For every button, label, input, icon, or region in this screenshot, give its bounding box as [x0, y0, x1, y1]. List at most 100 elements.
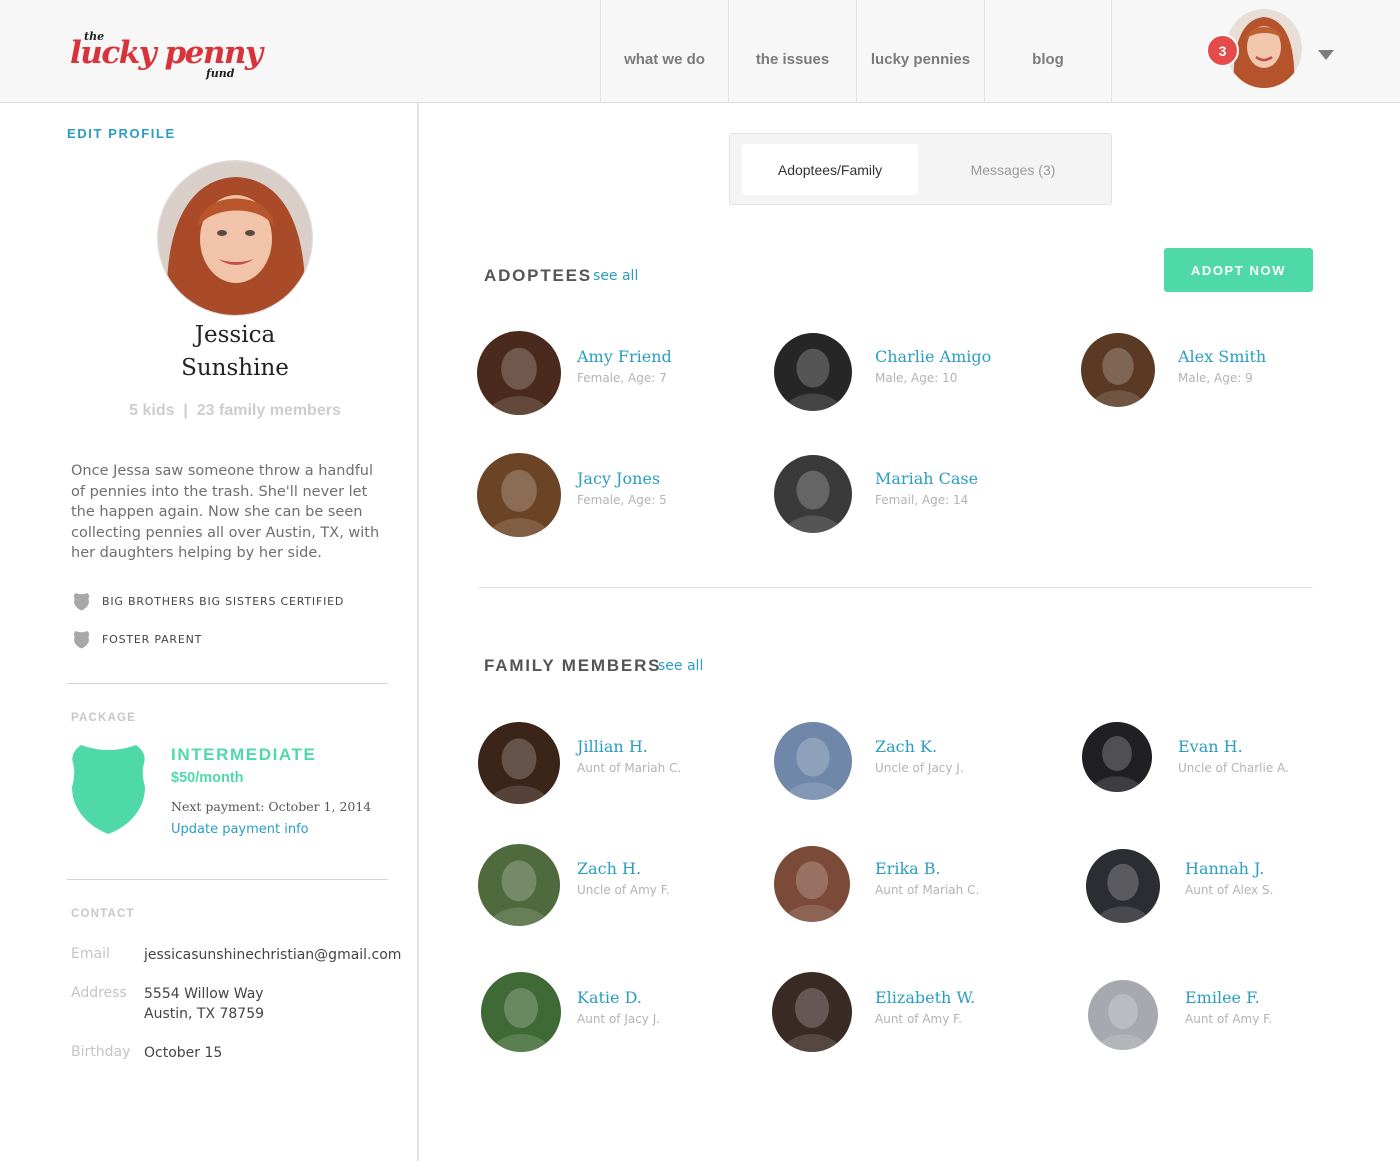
tab-messages[interactable]: Messages (3): [930, 144, 1096, 195]
person-avatar: [477, 453, 561, 537]
contact-section-label: CONTACT: [71, 908, 135, 920]
person-name[interactable]: Zach K.: [875, 737, 937, 756]
person-name[interactable]: Charlie Amigo: [875, 347, 991, 366]
person-info: Male, Age: 9: [1178, 371, 1253, 385]
main-nav: what we do the issues lucky pennies blog: [600, 0, 1112, 102]
person-name[interactable]: Amy Friend: [577, 347, 672, 366]
contact-address-row: Address 5554 Willow Way Austin, TX 78759: [71, 985, 264, 1024]
family-see-all-link[interactable]: see all: [658, 658, 703, 674]
person-card[interactable]: Zach K. Uncle of Jacy J.: [774, 721, 1044, 811]
person-avatar: [1086, 849, 1160, 923]
person-avatar: [772, 972, 852, 1052]
profile-photo: [157, 160, 313, 316]
person-name[interactable]: Emilee F.: [1185, 988, 1260, 1007]
person-avatar: [478, 844, 560, 926]
contact-birthday-row: Birthday October 15: [71, 1044, 222, 1064]
package-price: $50/month: [171, 770, 244, 786]
update-payment-link[interactable]: Update payment info: [171, 822, 309, 837]
person-info: Femail, Age: 14: [875, 493, 969, 507]
badge-big-brothers: BIG BROTHERS BIG SISTERS CERTIFIED: [73, 592, 344, 611]
lucky-penny-logo[interactable]: the lucky penny fund: [70, 30, 270, 82]
logo-main-text: lucky penny: [70, 35, 263, 71]
edit-profile-link[interactable]: EDIT PROFILE: [67, 126, 176, 141]
adopt-now-button[interactable]: ADOPT NOW: [1164, 248, 1313, 292]
person-info: Aunt of Mariah C.: [577, 761, 682, 775]
shield-badge-icon: [73, 631, 90, 649]
person-card[interactable]: Amy Friend Female, Age: 7: [477, 331, 747, 421]
top-header: the lucky penny fund what we do the issu…: [0, 0, 1400, 103]
person-card[interactable]: Alex Smith Male, Age: 9: [1081, 331, 1351, 421]
profile-sidebar: EDIT PROFILE Jessica Sunshine 5 kids | 2…: [0, 103, 419, 1161]
person-info: Aunt of Mariah C.: [875, 883, 980, 897]
person-card[interactable]: Jillian H. Aunt of Mariah C.: [478, 721, 748, 811]
person-name[interactable]: Zach H.: [577, 859, 641, 878]
person-info: Uncle of Amy F.: [577, 883, 670, 897]
address-line-1: 5554 Willow Way: [144, 986, 264, 1002]
person-name[interactable]: Jacy Jones: [577, 469, 660, 488]
chevron-down-icon[interactable]: [1318, 50, 1334, 60]
person-avatar: [1081, 333, 1155, 407]
person-name[interactable]: Alex Smith: [1178, 347, 1266, 366]
birthday-value: October 15: [144, 1045, 223, 1061]
main-divider: [478, 587, 1313, 588]
person-card[interactable]: Jacy Jones Female, Age: 5: [477, 453, 747, 543]
person-info: Aunt of Amy F.: [1185, 1012, 1272, 1026]
person-info: Uncle of Charlie A.: [1178, 761, 1289, 775]
nav-lucky-pennies[interactable]: lucky pennies: [856, 0, 984, 102]
email-label: Email: [71, 946, 110, 962]
badge-foster-parent: FOSTER PARENT: [73, 630, 202, 649]
family-members-heading: FAMILY MEMBERS: [484, 656, 662, 675]
person-info: Uncle of Jacy J.: [875, 761, 964, 775]
person-name[interactable]: Elizabeth W.: [875, 988, 975, 1007]
profile-first-name: Jessica: [194, 322, 276, 348]
tab-adoptees-family[interactable]: Adoptees/Family: [742, 144, 918, 195]
nav-what-we-do[interactable]: what we do: [600, 0, 728, 102]
person-card[interactable]: Erika B. Aunt of Mariah C.: [774, 843, 1044, 933]
logo-fund-text: fund: [206, 67, 235, 80]
person-card[interactable]: Zach H. Uncle of Amy F.: [478, 843, 748, 933]
birthday-label: Birthday: [71, 1044, 131, 1060]
person-avatar: [478, 722, 560, 804]
package-name: INTERMEDIATE: [171, 745, 317, 764]
person-avatar: [774, 722, 852, 800]
profile-last-name: Sunshine: [181, 355, 289, 381]
profile-bio: Once Jessa saw someone throw a handful o…: [71, 463, 380, 561]
person-name[interactable]: Mariah Case: [875, 469, 978, 488]
person-card[interactable]: Katie D. Aunt of Jacy J.: [481, 972, 751, 1062]
person-avatar: [774, 455, 852, 533]
person-info: Aunt of Alex S.: [1185, 883, 1274, 897]
person-avatar: [481, 972, 561, 1052]
profile-photo-image: [158, 161, 312, 315]
person-avatar: [774, 333, 852, 411]
person-card[interactable]: Emilee F. Aunt of Amy F.: [1088, 972, 1358, 1062]
profile-tabs: Adoptees/Family Messages (3): [729, 133, 1112, 205]
person-name[interactable]: Hannah J.: [1185, 859, 1264, 878]
adoptees-heading: ADOPTEES: [484, 266, 592, 285]
person-info: Female, Age: 7: [577, 371, 667, 385]
notification-count-badge[interactable]: 3: [1206, 34, 1239, 67]
sidebar-divider: [67, 683, 388, 684]
nav-blog[interactable]: blog: [984, 0, 1112, 102]
person-info: Aunt of Jacy J.: [577, 1012, 661, 1026]
adoptees-see-all-link[interactable]: see all: [593, 268, 638, 284]
person-name[interactable]: Katie D.: [577, 988, 642, 1007]
contact-email-row: Email jessicasunshinechristian@gmail.com: [71, 946, 401, 966]
nav-the-issues[interactable]: the issues: [728, 0, 856, 102]
address-line-2: Austin, TX 78759: [144, 1005, 265, 1022]
person-card[interactable]: Hannah J. Aunt of Alex S.: [1086, 843, 1356, 933]
person-info: Female, Age: 5: [577, 493, 667, 507]
person-card[interactable]: Evan H. Uncle of Charlie A.: [1082, 721, 1352, 811]
person-avatar: [774, 846, 850, 922]
person-card[interactable]: Elizabeth W. Aunt of Amy F.: [772, 972, 1042, 1062]
person-info: Aunt of Amy F.: [875, 1012, 962, 1026]
badge-text: BIG BROTHERS BIG SISTERS CERTIFIED: [102, 595, 345, 608]
package-shield-icon: [72, 745, 145, 834]
person-name[interactable]: Jillian H.: [577, 737, 648, 756]
person-name[interactable]: Erika B.: [875, 859, 941, 878]
person-card[interactable]: Charlie Amigo Male, Age: 10: [774, 331, 1044, 421]
address-label: Address: [71, 985, 127, 1001]
shield-badge-icon: [73, 593, 90, 611]
badge-text: FOSTER PARENT: [102, 633, 203, 646]
person-card[interactable]: Mariah Case Femail, Age: 14: [774, 453, 1044, 543]
person-name[interactable]: Evan H.: [1178, 737, 1243, 756]
